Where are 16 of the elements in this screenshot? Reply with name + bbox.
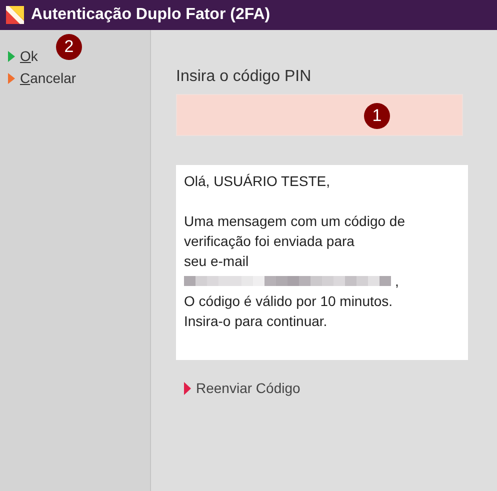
resend-code-link[interactable]: Reenviar Código [184, 380, 300, 396]
message-text: verificação foi enviada para [184, 232, 356, 251]
message-text: O código é válido por 10 minutos. [184, 292, 394, 311]
email-comma: , [395, 273, 399, 289]
annotation-badge: 2 [56, 34, 82, 60]
triangle-icon [184, 382, 191, 394]
pin-label: Insira o código PIN [176, 68, 312, 86]
sidebar-item[interactable]: Ok [0, 48, 38, 64]
pin-field[interactable] [176, 94, 463, 136]
message-text: Insira-o para continuar. [184, 312, 328, 331]
sidebar-item[interactable]: Cancelar [0, 70, 76, 86]
app-logo-icon [6, 6, 24, 24]
message-text: Uma mensagem com um código de [184, 212, 406, 231]
window-title: Autenticação Duplo Fator (2FA) [31, 6, 270, 24]
message-text: seu e-mail [184, 252, 250, 271]
greeting-text: Olá, USUÁRIO TESTE, [184, 172, 331, 191]
